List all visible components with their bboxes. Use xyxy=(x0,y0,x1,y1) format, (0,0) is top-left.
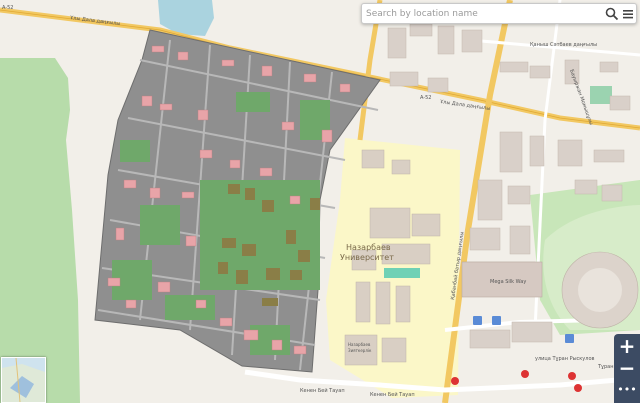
label-street-north: Қаныш Сәтбаев даңғылы xyxy=(530,42,597,48)
zoom-out-button[interactable]: − xyxy=(614,358,640,380)
map-controls-panel: + − ••• xyxy=(614,334,640,403)
label-a52-east: A-52 xyxy=(420,95,431,101)
label-university-2: Университет xyxy=(340,253,394,262)
label-street-bottom-right: улица Тұран Рыскулов xyxy=(535,356,595,362)
label-mall: Mega Silk Way xyxy=(490,279,526,285)
label-street-south-1: Кенен Бей Тауап xyxy=(300,387,345,394)
search-input[interactable] xyxy=(366,4,594,23)
label-school-1: Назарбаев xyxy=(348,342,371,347)
label-university-1: Назарбаев xyxy=(346,243,391,252)
label-school-2: Зияткерлік xyxy=(348,348,372,353)
label-a52-west: A-52 xyxy=(2,5,13,11)
search-box[interactable] xyxy=(361,3,637,24)
minimap-image xyxy=(2,358,45,402)
label-street-bottom-right-2: Тұран xyxy=(597,364,614,370)
more-options-button[interactable]: ••• xyxy=(614,380,640,402)
search-icon[interactable] xyxy=(604,6,620,22)
hamburger-menu-icon[interactable] xyxy=(621,6,635,22)
pool-area xyxy=(590,86,612,104)
university-pool xyxy=(384,268,420,278)
zoom-in-button[interactable]: + xyxy=(614,335,640,357)
minimap-thumbnail[interactable] xyxy=(1,357,46,403)
forest-area xyxy=(0,58,80,403)
label-street-south-2: Кенен Бей Тауап xyxy=(370,391,415,398)
map-canvas[interactable]: A-52 A-52 Ұлы Дала даңғылы Ұлы Дала даңғ… xyxy=(0,0,640,403)
